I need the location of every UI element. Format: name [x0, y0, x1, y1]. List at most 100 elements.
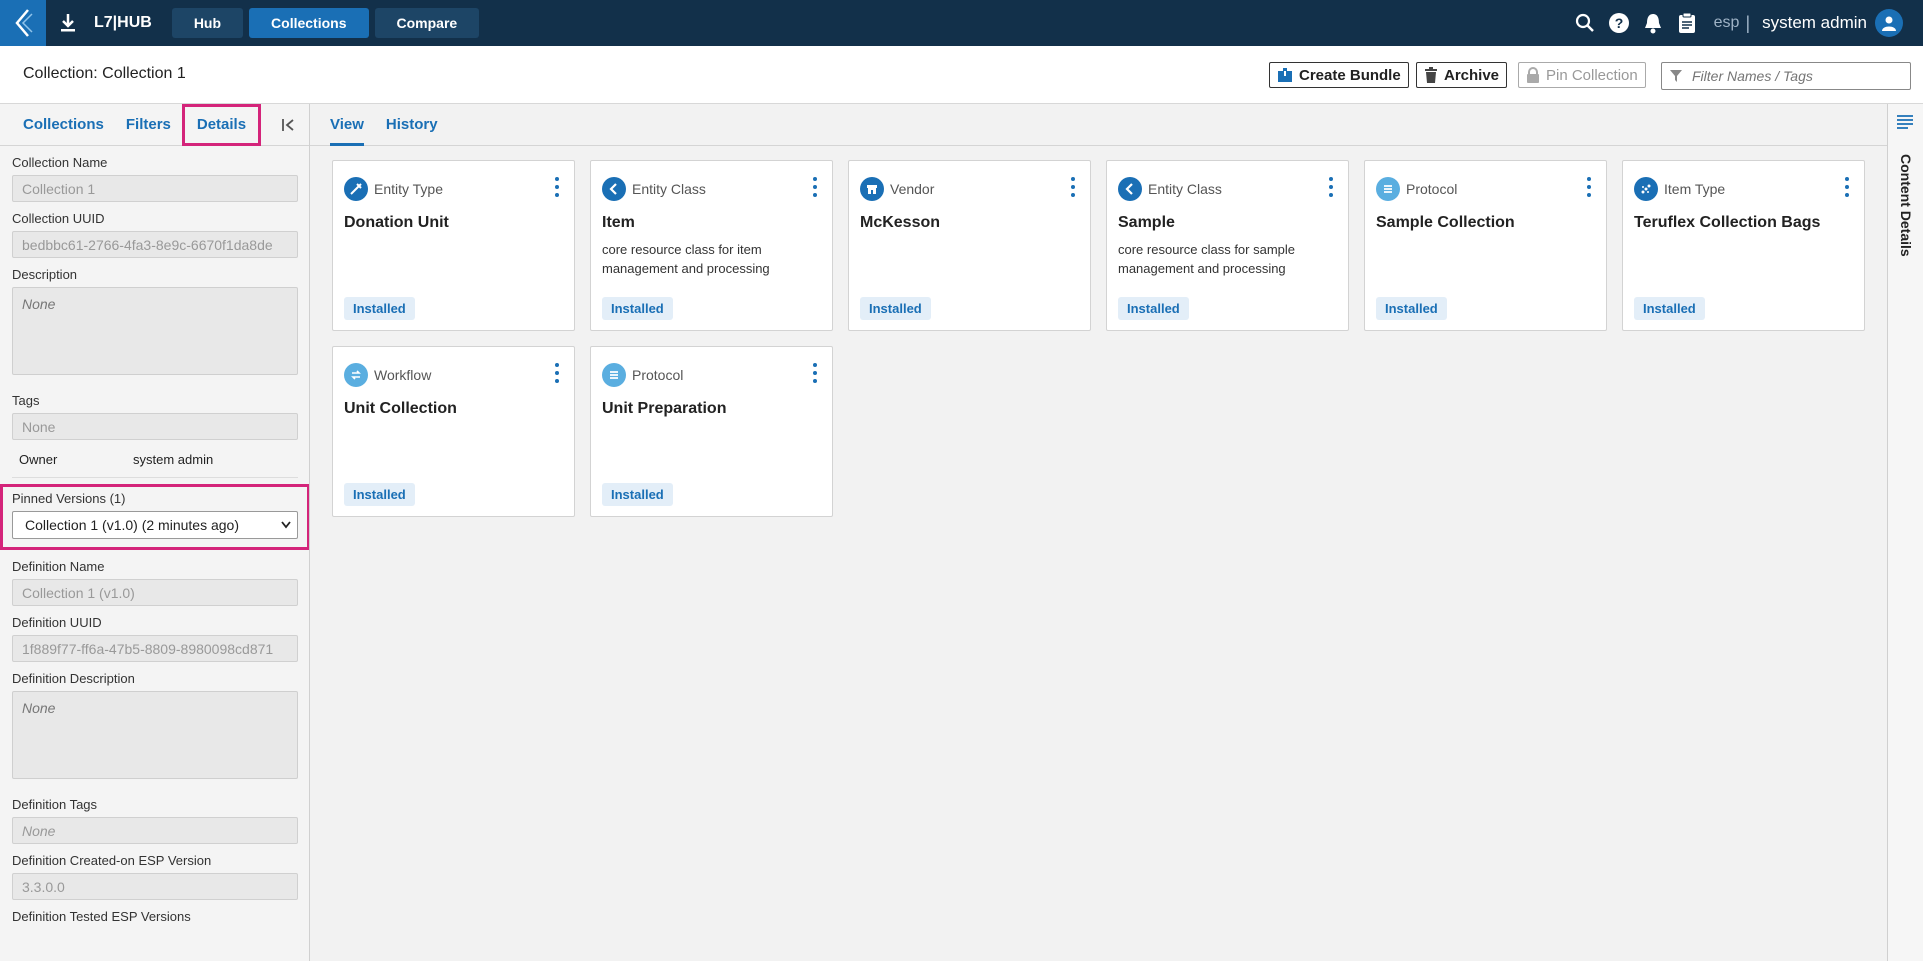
entity-class-icon [602, 177, 626, 201]
tab-view[interactable]: View [330, 104, 364, 146]
card-type: Entity Class [632, 181, 706, 197]
tab-filters[interactable]: Filters [115, 116, 182, 133]
create-bundle-label: Create Bundle [1299, 66, 1401, 84]
pin-collection-button[interactable]: Pin Collection [1518, 62, 1646, 88]
page-header: Collection: Collection 1 Create Bundle A… [0, 46, 1923, 104]
content-card[interactable]: Workflow Unit Collection Installed [332, 346, 575, 517]
archive-button[interactable]: Archive [1416, 62, 1508, 88]
tags-input[interactable]: None [12, 413, 298, 440]
search-icon[interactable] [1568, 0, 1602, 46]
page-title: Collection: Collection 1 [23, 65, 186, 82]
owner-value: system admin [133, 452, 214, 467]
content-card[interactable]: Entity Class Item core resource class fo… [590, 160, 833, 331]
definition-tags-input[interactable]: None [12, 817, 298, 844]
pinned-versions-value: Collection 1 (v1.0) (2 minutes ago) [25, 517, 239, 533]
definition-uuid-field: Definition UUID 1f889f77-ff6a-47b5-8809-… [0, 615, 309, 662]
collection-name-field: Collection Name Collection 1 [0, 155, 309, 202]
avatar[interactable] [1875, 9, 1903, 37]
kebab-menu-icon[interactable] [812, 177, 818, 197]
status-badge: Installed [602, 297, 673, 320]
tab-details[interactable]: Details [181, 104, 262, 146]
create-bundle-button[interactable]: Create Bundle [1269, 62, 1409, 88]
content-card[interactable]: Vendor McKesson Installed [848, 160, 1091, 331]
pinned-versions-select[interactable]: Collection 1 (v1.0) (2 minutes ago) [12, 511, 298, 539]
pinned-versions-label: Pinned Versions (1) [12, 491, 126, 506]
card-type: Entity Type [374, 181, 444, 197]
status-badge: Installed [344, 483, 415, 506]
filter-input[interactable] [1692, 68, 1902, 84]
bell-icon[interactable] [1636, 0, 1670, 46]
card-type: Item Type [1664, 181, 1726, 197]
nav-tab-collections[interactable]: Collections [249, 8, 369, 38]
card-name: Unit Preparation [602, 400, 727, 417]
pinned-versions-field: Pinned Versions (1) Collection 1 (v1.0) … [0, 484, 309, 550]
collection-uuid-input[interactable]: bedbbc61-2766-4fa3-8e9c-6670f1da8de [12, 231, 298, 258]
collapse-panel-button[interactable] [278, 114, 300, 136]
brand-label: L7|HUB [94, 14, 152, 31]
card-description: core resource class for sample managemen… [1118, 242, 1296, 276]
top-nav-bar: L7|HUB Hub Collections Compare ? esp | s… [0, 0, 1923, 46]
chevron-down-icon [281, 521, 291, 529]
owner-row: Owner system admin [12, 452, 298, 478]
definition-tested-field: Definition Tested ESP Versions [0, 909, 309, 924]
card-name: Sample [1118, 214, 1175, 231]
card-type: Protocol [632, 367, 684, 383]
definition-tags-field: Definition Tags None [0, 797, 309, 844]
content-details-toggle[interactable]: Content Details [1898, 154, 1914, 257]
card-name: Unit Collection [344, 400, 457, 417]
description-label: Description [12, 267, 78, 282]
filter-field[interactable] [1661, 62, 1911, 90]
tab-history[interactable]: History [386, 104, 438, 146]
kebab-menu-icon[interactable] [812, 363, 818, 383]
collection-uuid-field: Collection UUID bedbbc61-2766-4fa3-8e9c-… [0, 211, 309, 258]
status-badge: Installed [1634, 297, 1705, 320]
kebab-menu-icon[interactable] [1328, 177, 1334, 197]
left-panel: Collections Filters Details Collection N… [0, 104, 310, 961]
description-textarea[interactable]: None [12, 287, 298, 375]
content-card[interactable]: Protocol Sample Collection Installed [1364, 160, 1607, 331]
definition-description-label: Definition Description [12, 671, 135, 686]
help-icon[interactable]: ? [1602, 0, 1636, 46]
collection-uuid-label: Collection UUID [12, 211, 105, 226]
card-description: core resource class for item management … [602, 242, 770, 276]
right-rail: Content Details [1887, 104, 1923, 961]
main-content: View History Entity Type Donation Unit I… [310, 104, 1887, 961]
card-name: Teruflex Collection Bags [1634, 214, 1821, 231]
collection-name-input[interactable]: Collection 1 [12, 175, 298, 202]
content-card[interactable]: Entity Type Donation Unit Installed [332, 160, 575, 331]
back-button[interactable] [0, 0, 46, 46]
status-badge: Installed [860, 297, 931, 320]
kebab-menu-icon[interactable] [554, 363, 560, 383]
item-type-icon [1634, 177, 1658, 201]
brand[interactable]: L7|HUB [56, 11, 152, 35]
tenant-name: esp [1713, 14, 1740, 31]
card-type: Workflow [374, 367, 432, 383]
definition-tested-label: Definition Tested ESP Versions [12, 909, 191, 924]
collection-name-label: Collection Name [12, 155, 108, 170]
card-type: Vendor [890, 181, 935, 197]
definition-created-field: Definition Created-on ESP Version 3.3.0.… [0, 853, 309, 900]
definition-created-input[interactable]: 3.3.0.0 [12, 873, 298, 900]
tab-collections[interactable]: Collections [0, 116, 115, 133]
list-icon[interactable] [1896, 114, 1914, 133]
protocol-icon [1376, 177, 1400, 201]
content-card[interactable]: Item Type Teruflex Collection Bags Insta… [1622, 160, 1865, 331]
chevron-left-icon [15, 9, 33, 37]
nav-tab-compare[interactable]: Compare [374, 8, 480, 38]
content-card[interactable]: Entity Class Sample core resource class … [1106, 160, 1349, 331]
definition-name-input[interactable]: Collection 1 (v1.0) [12, 579, 298, 606]
definition-description-textarea[interactable]: None [12, 691, 298, 779]
archive-label: Archive [1444, 66, 1500, 84]
workflow-icon [344, 363, 368, 387]
card-name: Sample Collection [1376, 214, 1515, 231]
trash-icon [1425, 67, 1437, 83]
kebab-menu-icon[interactable] [554, 177, 560, 197]
kebab-menu-icon[interactable] [1586, 177, 1592, 197]
nav-tab-hub[interactable]: Hub [171, 8, 244, 38]
clipboard-icon[interactable] [1670, 0, 1704, 46]
content-card[interactable]: Protocol Unit Preparation Installed [590, 346, 833, 517]
kebab-menu-icon[interactable] [1844, 177, 1850, 197]
user-name[interactable]: system admin [1762, 13, 1867, 33]
definition-uuid-input[interactable]: 1f889f77-ff6a-47b5-8809-8980098cd871 [12, 635, 298, 662]
kebab-menu-icon[interactable] [1070, 177, 1076, 197]
